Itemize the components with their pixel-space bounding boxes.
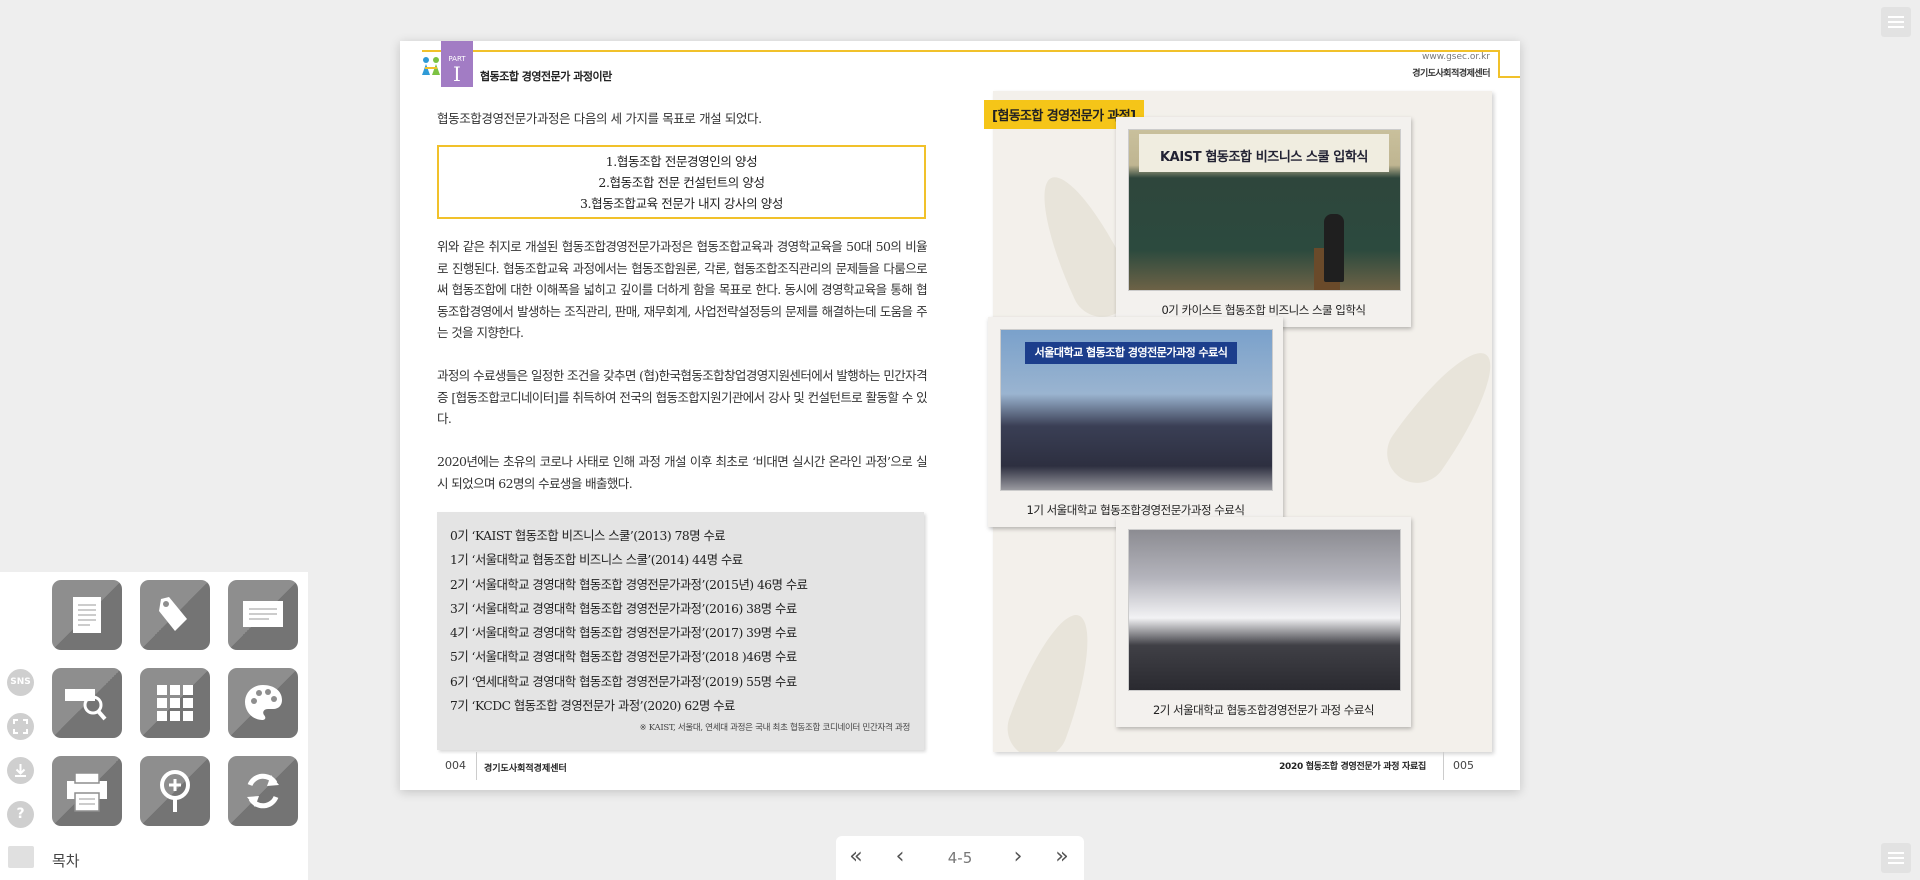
footer-title: 2020 협동조합 경영전문가 과정 자료집 bbox=[1279, 762, 1426, 772]
next-page-button[interactable]: › bbox=[998, 836, 1038, 880]
photo-snu-graduation-1: 서울대학교 협동조합 경영전문가과정 수료식 bbox=[1000, 329, 1273, 491]
left-page: PART I 협동조합 경영전문가 과정이란 협동조합경영전문가과정은 다음의 … bbox=[400, 41, 960, 790]
pen-button[interactable] bbox=[228, 668, 298, 738]
header-corner bbox=[1498, 50, 1520, 78]
page-navigator: « ‹ 4-5 › » bbox=[836, 836, 1084, 880]
cohort-list: 0기 ‘KAIST 협동조합 비즈니스 스쿨’(2013) 78명 수료 1기 … bbox=[437, 512, 924, 718]
zoom-button[interactable] bbox=[140, 756, 210, 826]
search-button[interactable] bbox=[52, 668, 122, 738]
print-button[interactable] bbox=[52, 756, 122, 826]
photo-caption: 0기 카이스트 협동조합 비즈니스 스쿨 입학식 bbox=[1161, 303, 1366, 317]
footer-divider bbox=[476, 752, 477, 780]
photo-speaker bbox=[1324, 214, 1344, 282]
download-icon bbox=[15, 764, 26, 777]
fullscreen-icon bbox=[13, 719, 28, 734]
intro-text: 협동조합경영전문가과정은 다음의 세 가지를 목표로 개설 되었다. bbox=[437, 111, 762, 126]
current-page-indicator[interactable]: 4-5 bbox=[926, 836, 994, 880]
leaf-decoration bbox=[999, 605, 1107, 752]
paragraph-certificate: 과정의 수료생들은 일정한 조건을 갖추면 (협)한국협동조합창업경영지원센터에… bbox=[437, 368, 928, 426]
part-title: 협동조합 경영전문가 과정이란 bbox=[480, 70, 612, 83]
search-icon bbox=[65, 689, 107, 721]
thumbnail-button[interactable] bbox=[140, 668, 210, 738]
photo-card[interactable]: 서울대학교 협동조합 경영전문가과정 수료식 1기 서울대학교 협동조합경영전문… bbox=[988, 317, 1283, 527]
menu-icon[interactable] bbox=[1881, 843, 1911, 873]
cohort-item: 2기 ‘서울대학교 경영대학 협동조합 경영전문가과정’(2015년) 46명 … bbox=[450, 577, 808, 592]
download-button[interactable] bbox=[7, 757, 34, 784]
paragraph-2020: 2020년에는 초유의 코로나 사태로 인해 과정 개설 이후 최초로 ‘비대면… bbox=[437, 454, 928, 491]
header-rule bbox=[422, 50, 960, 52]
refresh-button[interactable] bbox=[228, 756, 298, 826]
photo-snu-graduation-2 bbox=[1128, 529, 1401, 691]
memo-button[interactable] bbox=[228, 580, 298, 650]
refresh-icon bbox=[247, 773, 279, 809]
photo-caption: 2기 서울대학교 협동조합경영전문가 과정 수료식 bbox=[1152, 703, 1375, 717]
book-spread: PART I 협동조합 경영전문가 과정이란 협동조합경영전문가과정은 다음의 … bbox=[400, 41, 1520, 790]
site-url: www.gsec.or.kr bbox=[1421, 52, 1490, 62]
bookmark-button[interactable] bbox=[140, 580, 210, 650]
grid-icon bbox=[157, 685, 193, 721]
menu-icon[interactable] bbox=[1881, 7, 1911, 37]
page-number-right: 005 bbox=[1453, 759, 1474, 772]
cohort-item: 1기 ‘서울대학교 협동조합 비즈니스 스쿨’(2014) 44명 수료 bbox=[450, 553, 743, 568]
footer-organization: 경기도사회적경제센터 bbox=[484, 764, 567, 774]
memo-icon bbox=[243, 601, 283, 627]
toc-icon[interactable] bbox=[8, 846, 34, 868]
fullscreen-button[interactable] bbox=[7, 713, 34, 740]
cohort-list-box: 0기 ‘KAIST 협동조합 비즈니스 스쿨’(2013) 78명 수료 1기 … bbox=[437, 512, 924, 750]
page-number-left: 004 bbox=[445, 759, 466, 772]
photo-kaist-entrance: KAIST 협동조합 비즈니스 스쿨 입학식 bbox=[1128, 129, 1401, 291]
photo-banner: KAIST 협동조합 비즈니스 스쿨 입학식 bbox=[1139, 134, 1389, 172]
toc-label[interactable]: 목차 bbox=[52, 850, 80, 871]
sns-button[interactable]: SNS bbox=[7, 669, 34, 696]
center-logo-icon bbox=[422, 57, 440, 75]
photo-banner: 서울대학교 협동조합 경영전문가과정 수료식 bbox=[1025, 342, 1237, 364]
help-button[interactable]: ? bbox=[7, 801, 34, 828]
palette-icon bbox=[245, 685, 282, 720]
header-rule bbox=[960, 50, 1498, 52]
photo-card[interactable]: KAIST 협동조합 비즈니스 스쿨 입학식 0기 카이스트 협동조합 비즈니스… bbox=[1116, 117, 1411, 327]
cohort-note: ※ KAIST, 서울대, 연세대 과정은 국내 최초 협동조합 코디네이터 민… bbox=[639, 723, 911, 733]
print-icon bbox=[67, 772, 107, 812]
cohort-item: 4기 ‘서울대학교 경영대학 협동조합 경영전문가과정’(2017) 39명 수… bbox=[450, 626, 797, 641]
cohort-item: 0기 ‘KAIST 협동조합 비즈니스 스쿨’(2013) 78명 수료 bbox=[450, 529, 726, 543]
part-badge: PART I bbox=[441, 41, 473, 87]
cohort-item: 5기 ‘서울대학교 경영대학 협동조합 경영전문가과정’(2018 )46명 수… bbox=[450, 650, 797, 665]
zoom-in-icon bbox=[160, 770, 190, 812]
photo-card[interactable]: 2기 서울대학교 협동조합경영전문가 과정 수료식 bbox=[1116, 517, 1411, 727]
tool-panel: SNS ? bbox=[0, 572, 308, 880]
photo-caption: 1기 서울대학교 협동조합경영전문가과정 수료식 bbox=[1026, 503, 1245, 517]
site-name: 경기도사회적경제센터 bbox=[1412, 69, 1490, 79]
footer-divider bbox=[1443, 752, 1444, 780]
goal-item: 2.협동조합 전문 컨설턴트의 양성 bbox=[598, 175, 765, 190]
leaf-decoration bbox=[1375, 337, 1492, 495]
cohort-item: 3기 ‘서울대학교 경영대학 협동조합 경영전문가과정’(2016) 38명 수… bbox=[450, 601, 797, 616]
tag-icon bbox=[159, 597, 187, 631]
paragraph-curriculum: 위와 같은 취지로 개설된 협동조합경영전문가과정은 협동조합교육과 경영학교육… bbox=[437, 239, 928, 340]
first-page-button[interactable]: « bbox=[836, 836, 876, 880]
cohort-item: 6기 ‘연세대학교 경영대학 협동조합 경영전문가과정’(2019) 55명 수… bbox=[450, 674, 797, 689]
goal-item: 3.협동조합교육 전문가 내지 강사의 양성 bbox=[579, 196, 784, 211]
goals-box: 1.협동조합 전문경영인의 양성 2.협동조합 전문 컨설턴트의 양성 3.협동… bbox=[437, 145, 926, 219]
page-view-button[interactable] bbox=[52, 580, 122, 650]
last-page-button[interactable]: » bbox=[1042, 836, 1082, 880]
goal-item: 1.협동조합 전문경영인의 양성 bbox=[605, 154, 758, 169]
document-icon bbox=[73, 597, 101, 633]
cohort-item: 7기 ‘KCDC 협동조합 경영전문가 과정’(2020) 62명 수료 bbox=[450, 699, 735, 714]
right-page: www.gsec.or.kr 경기도사회적경제센터 [협동조합 경영전문가 과정… bbox=[960, 41, 1520, 790]
part-number: I bbox=[453, 62, 461, 86]
prev-page-button[interactable]: ‹ bbox=[880, 836, 920, 880]
